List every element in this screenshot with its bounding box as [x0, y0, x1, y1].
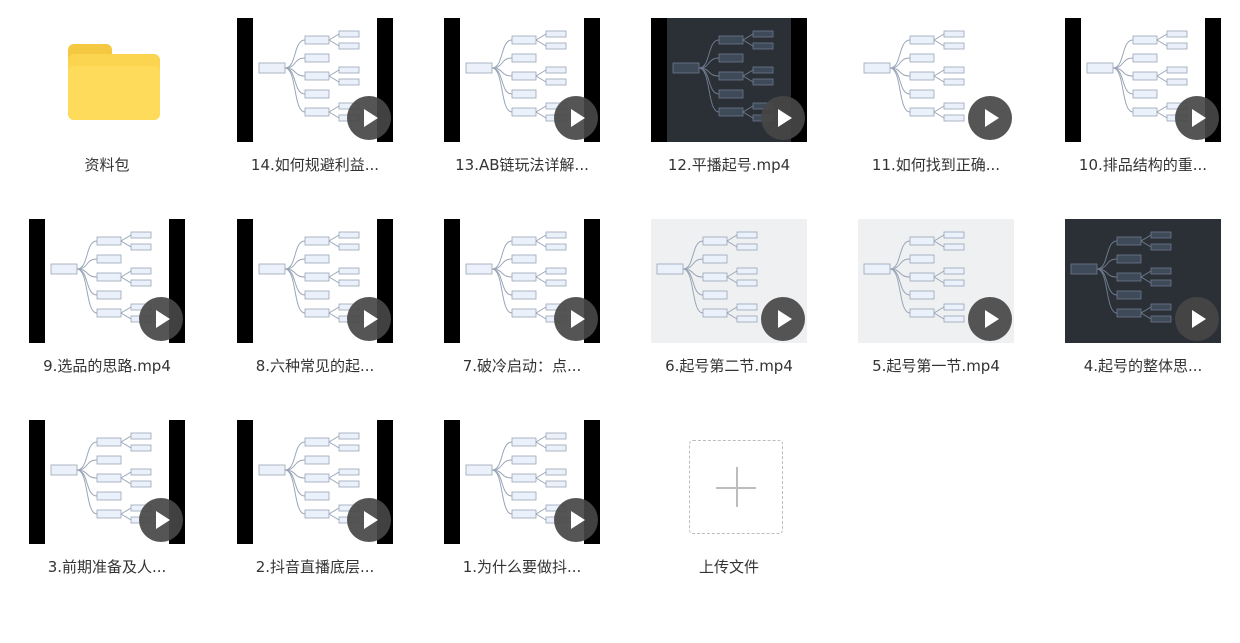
file-name: 6.起号第二节.mp4	[665, 357, 793, 375]
file-name: 3.前期准备及人...	[47, 558, 167, 576]
play-icon	[347, 498, 391, 542]
video-thumbnail	[29, 420, 185, 544]
file-name: 9.选品的思路.mp4	[43, 357, 171, 375]
video-tile[interactable]: 14.如何规避利益...	[215, 18, 415, 208]
file-name: 14.如何规避利益...	[250, 156, 380, 174]
video-thumbnail	[444, 18, 600, 142]
file-name: 5.起号第一节.mp4	[872, 357, 1000, 375]
video-tile[interactable]: 11.如何找到正确...	[836, 18, 1036, 208]
video-tile[interactable]: 9.选品的思路.mp4	[7, 219, 207, 409]
folder-icon	[68, 44, 160, 120]
video-tile[interactable]: 10.排品结构的重...	[1043, 18, 1240, 208]
video-tile[interactable]: 5.起号第一节.mp4	[836, 219, 1036, 409]
file-name: 7.破冷启动：点...	[462, 357, 582, 375]
video-tile[interactable]: 12.平播起号.mp4	[629, 18, 829, 208]
video-thumbnail	[858, 18, 1014, 142]
file-name: 资料包	[84, 156, 130, 174]
file-name: 10.排品结构的重...	[1078, 156, 1208, 174]
video-tile[interactable]: 1.为什么要做抖...	[422, 420, 622, 610]
play-icon	[347, 297, 391, 341]
play-icon	[554, 96, 598, 140]
video-thumbnail	[651, 219, 807, 343]
video-tile[interactable]: 4.起号的整体思...	[1043, 219, 1240, 409]
play-icon	[139, 297, 183, 341]
play-icon	[347, 96, 391, 140]
video-tile[interactable]: 13.AB链玩法详解...	[422, 18, 622, 208]
video-thumbnail	[237, 18, 393, 142]
play-icon	[761, 96, 805, 140]
file-name: 11.如何找到正确...	[871, 156, 1001, 174]
upload-button[interactable]	[689, 440, 783, 534]
video-tile[interactable]: 2.抖音直播底层...	[215, 420, 415, 610]
file-grid: 资料包 14.如何规避利益... 13.AB链玩法详解... 12.平播起号.m…	[0, 0, 1240, 643]
video-tile[interactable]: 3.前期准备及人...	[7, 420, 207, 610]
video-tile[interactable]: 8.六种常见的起...	[215, 219, 415, 409]
play-icon	[139, 498, 183, 542]
play-icon	[554, 297, 598, 341]
file-name: 8.六种常见的起...	[255, 357, 375, 375]
play-icon	[968, 96, 1012, 140]
video-tile[interactable]: 6.起号第二节.mp4	[629, 219, 829, 409]
upload-tile[interactable]: 上传文件	[629, 420, 829, 610]
file-name: 13.AB链玩法详解...	[455, 156, 589, 174]
folder-tile[interactable]: 资料包	[7, 18, 207, 208]
video-tile[interactable]: 7.破冷启动：点...	[422, 219, 622, 409]
file-name: 4.起号的整体思...	[1083, 357, 1203, 375]
video-thumbnail	[237, 219, 393, 343]
video-thumbnail	[1065, 18, 1221, 142]
video-thumbnail	[444, 420, 600, 544]
play-icon	[968, 297, 1012, 341]
play-icon	[761, 297, 805, 341]
video-thumbnail	[444, 219, 600, 343]
video-thumbnail	[651, 18, 807, 142]
play-icon	[554, 498, 598, 542]
file-name: 12.平播起号.mp4	[667, 156, 791, 174]
file-name: 2.抖音直播底层...	[255, 558, 375, 576]
video-thumbnail	[29, 219, 185, 343]
play-icon	[1175, 96, 1219, 140]
video-thumbnail	[858, 219, 1014, 343]
video-thumbnail	[237, 420, 393, 544]
play-icon	[1175, 297, 1219, 341]
upload-label: 上传文件	[698, 558, 759, 576]
file-name: 1.为什么要做抖...	[462, 558, 582, 576]
video-thumbnail	[1065, 219, 1221, 343]
